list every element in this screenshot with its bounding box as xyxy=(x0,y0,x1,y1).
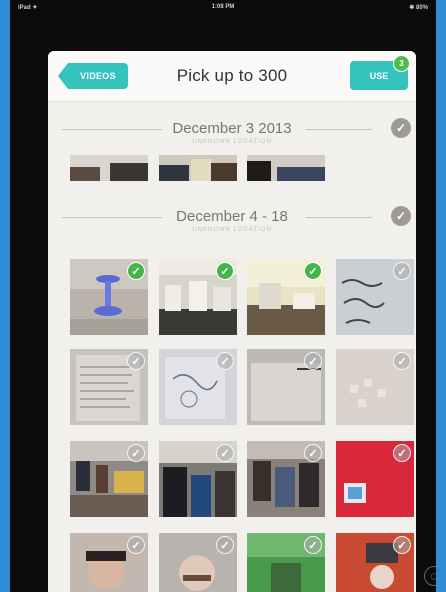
use-button-label: USE xyxy=(369,70,389,81)
checkmark-icon[interactable]: ✓ xyxy=(393,536,411,554)
section-location: UNKNOWN LOCATION xyxy=(192,139,272,145)
photo-thumbnail[interactable]: ✓ xyxy=(70,533,148,592)
photo-thumbnail[interactable]: ✓ xyxy=(159,533,237,592)
photo-thumbnail[interactable]: ✓ xyxy=(247,349,325,425)
photo-thumbnail[interactable]: ✓ xyxy=(336,349,414,425)
photo-thumbnail[interactable]: ✓ xyxy=(247,259,325,335)
checkmark-icon[interactable]: ✓ xyxy=(127,536,145,554)
checkmark-icon[interactable]: ✓ xyxy=(216,444,234,462)
photo-thumbnail[interactable]: ✓ xyxy=(70,441,148,517)
corner-button-icon[interactable]: ◯ xyxy=(424,566,436,586)
photo-thumbnail[interactable]: ✓ xyxy=(159,349,237,425)
checkmark-icon[interactable]: ✓ xyxy=(216,352,234,370)
photo-thumbnail[interactable]: ✓ xyxy=(159,441,237,517)
checkmark-icon[interactable]: ✓ xyxy=(127,444,145,462)
checkmark-icon[interactable]: ✓ xyxy=(304,444,322,462)
tablet-screen: iPad ✦ 1:08 PM ✱ 80% VIDEOS Pick up to 3… xyxy=(10,0,436,592)
photo-thumbnail[interactable]: ✓ xyxy=(336,441,414,517)
photo-thumbnail[interactable]: ✓ xyxy=(336,533,414,592)
photo-thumbnail[interactable] xyxy=(159,155,237,181)
photo-thumbnail[interactable]: ✓ xyxy=(70,259,148,335)
photo-thumbnail[interactable] xyxy=(70,155,148,181)
section-location: UNKNOWN LOCATION xyxy=(192,227,272,233)
date-section-header: December 4 - 18 UNKNOWN LOCATION ✓ xyxy=(48,201,416,241)
battery-status: ✱ 80% xyxy=(409,5,428,11)
checkmark-icon[interactable]: ✓ xyxy=(216,262,234,280)
checkmark-icon[interactable]: ✓ xyxy=(127,262,145,280)
classroom-photo xyxy=(70,155,148,181)
select-section-check-icon[interactable]: ✓ xyxy=(391,206,411,226)
use-button[interactable]: USE 3 xyxy=(350,55,410,90)
photo-thumbnail[interactable] xyxy=(247,155,325,181)
checkmark-icon[interactable]: ✓ xyxy=(216,536,234,554)
photo-thumbnail[interactable]: ✓ xyxy=(247,533,325,592)
selection-count-badge: 3 xyxy=(393,55,410,72)
checkmark-icon[interactable]: ✓ xyxy=(304,262,322,280)
checkmark-icon[interactable]: ✓ xyxy=(127,352,145,370)
classroom-photo xyxy=(159,155,237,181)
photo-thumbnail[interactable]: ✓ xyxy=(336,259,414,335)
status-time: 1:08 PM xyxy=(211,4,235,10)
checkmark-icon[interactable]: ✓ xyxy=(304,352,322,370)
photo-thumbnail[interactable]: ✓ xyxy=(159,259,237,335)
checkmark-icon[interactable]: ✓ xyxy=(393,444,411,462)
photo-thumbnail[interactable]: ✓ xyxy=(247,441,325,517)
picker-header: VIDEOS Pick up to 300 USE 3 xyxy=(48,51,416,102)
photo-picker-modal: VIDEOS Pick up to 300 USE 3 December 3 2… xyxy=(48,51,416,592)
date-section-header: December 3 2013 UNKNOWN LOCATION ✓ xyxy=(48,113,416,153)
status-bar: iPad ✦ 1:08 PM ✱ 80% xyxy=(10,0,436,16)
photo-thumbnail[interactable]: ✓ xyxy=(70,349,148,425)
section-date: December 3 2013 xyxy=(172,120,292,137)
checkmark-icon[interactable]: ✓ xyxy=(393,352,411,370)
select-section-check-icon[interactable]: ✓ xyxy=(391,118,411,138)
checkmark-icon[interactable]: ✓ xyxy=(393,262,411,280)
classroom-photo xyxy=(247,155,325,181)
section-date: December 4 - 18 xyxy=(176,208,288,225)
checkmark-icon[interactable]: ✓ xyxy=(304,536,322,554)
